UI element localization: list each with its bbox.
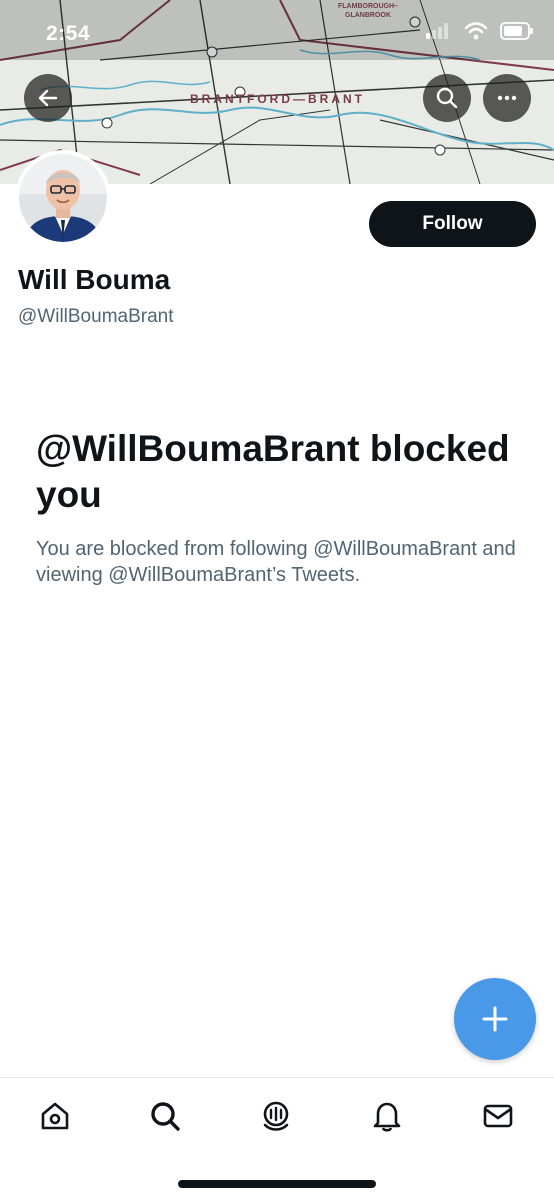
blocked-title: @WillBoumaBrant blocked you [36,428,510,515]
status-icons [426,22,534,40]
handle: @WillBoumaBrant [18,306,174,327]
more-button[interactable] [483,74,531,122]
arrow-left-icon [38,89,58,107]
map-region-label: BRANTFORD—BRANT [190,92,365,106]
blocked-description: You are blocked from following @WillBoum… [36,538,516,586]
messages-icon [483,1104,513,1128]
battery-icon [500,22,533,40]
avatar[interactable] [15,150,111,246]
compose-tweet-button[interactable] [454,978,536,1060]
home-indicator [178,1180,376,1188]
tab-spaces[interactable] [254,1094,298,1138]
follow-button[interactable]: Follow [369,201,536,247]
map-region-label-top: FLAMBOROUGH– GLANBROOK [338,3,398,19]
tab-notifications[interactable] [365,1094,409,1138]
display-name: Will Bouma [18,264,171,295]
plus-icon [482,1006,508,1032]
search-icon [436,87,458,109]
tab-home[interactable] [33,1094,77,1138]
tab-messages[interactable] [476,1094,520,1138]
search-icon [151,1102,180,1131]
search-button[interactable] [423,74,471,122]
spaces-icon [263,1101,289,1131]
home-icon [41,1102,69,1130]
tab-search[interactable] [143,1094,187,1138]
more-horizontal-icon [497,95,517,101]
notifications-icon [373,1102,401,1132]
signal-icon [426,23,448,39]
status-time: 2:54 [46,22,91,45]
back-button[interactable] [24,74,72,122]
avatar-photo [19,154,107,242]
wifi-icon [464,22,488,40]
